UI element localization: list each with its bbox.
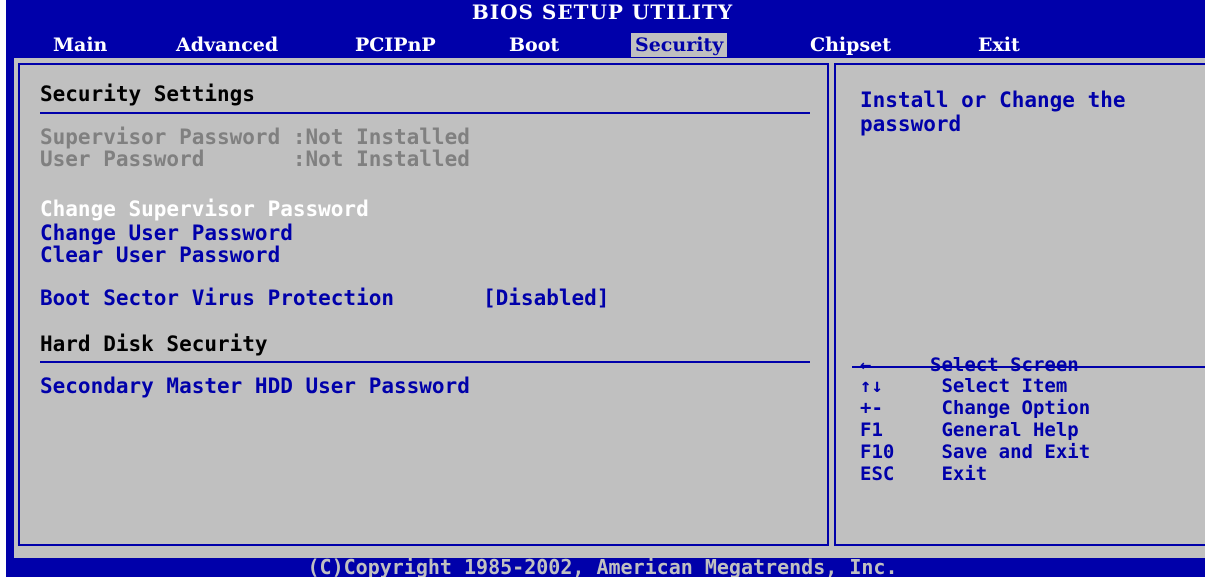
- bios-title: BIOS SETUP UTILITY: [471, 0, 734, 24]
- tab-main[interactable]: Main: [49, 33, 111, 57]
- legend-exit: Exit: [930, 463, 988, 485]
- tab-security[interactable]: Security: [631, 33, 728, 57]
- tab-pcipnp[interactable]: PCIPnP: [351, 33, 440, 57]
- section-title-hdd-security: Hard Disk Security: [40, 332, 268, 356]
- hdd-section-divider: [40, 361, 810, 363]
- copyright-footer: (C)Copyright 1985-2002, American Megatre…: [307, 558, 898, 577]
- section-title-security: Security Settings: [40, 82, 255, 106]
- legend-key-f1: F1: [860, 419, 883, 441]
- boot-sector-virus-protection-value[interactable]: [Disabled]: [483, 287, 609, 309]
- legend-change-option: Change Option: [930, 397, 1091, 419]
- legend-save-and-exit: Save and Exit: [930, 441, 1091, 463]
- section-divider: [40, 112, 810, 114]
- tab-chipset[interactable]: Chipset: [806, 33, 895, 57]
- help-text-line-1: Install or Change the: [860, 88, 1126, 112]
- tab-exit[interactable]: Exit: [974, 33, 1024, 57]
- legend-select-screen: Select Screen: [930, 354, 1079, 376]
- help-text-line-2: password: [860, 112, 962, 136]
- user-password-status: User Password :Not Installed: [40, 147, 470, 171]
- clear-user-password-item[interactable]: Clear User Password: [40, 244, 280, 266]
- left-arrow-icon: ←: [860, 354, 872, 376]
- change-supervisor-password-item[interactable]: Change Supervisor Password: [40, 198, 369, 220]
- legend-key-f10: F10: [860, 441, 895, 463]
- legend-key-esc: ESC: [860, 463, 895, 485]
- tab-boot[interactable]: Boot: [505, 33, 563, 57]
- legend-general-help: General Help: [930, 419, 1079, 441]
- up-down-arrows-icon: ↑↓: [860, 375, 883, 397]
- supervisor-password-status: Supervisor Password :Not Installed: [40, 125, 470, 149]
- legend-select-item: Select Item: [930, 375, 1068, 397]
- boot-sector-virus-protection-label[interactable]: Boot Sector Virus Protection: [40, 287, 394, 309]
- tab-advanced[interactable]: Advanced: [172, 33, 282, 57]
- plus-minus-icon: +-: [860, 397, 883, 419]
- secondary-master-hdd-password-item[interactable]: Secondary Master HDD User Password: [40, 375, 470, 397]
- change-user-password-item[interactable]: Change User Password: [40, 222, 293, 244]
